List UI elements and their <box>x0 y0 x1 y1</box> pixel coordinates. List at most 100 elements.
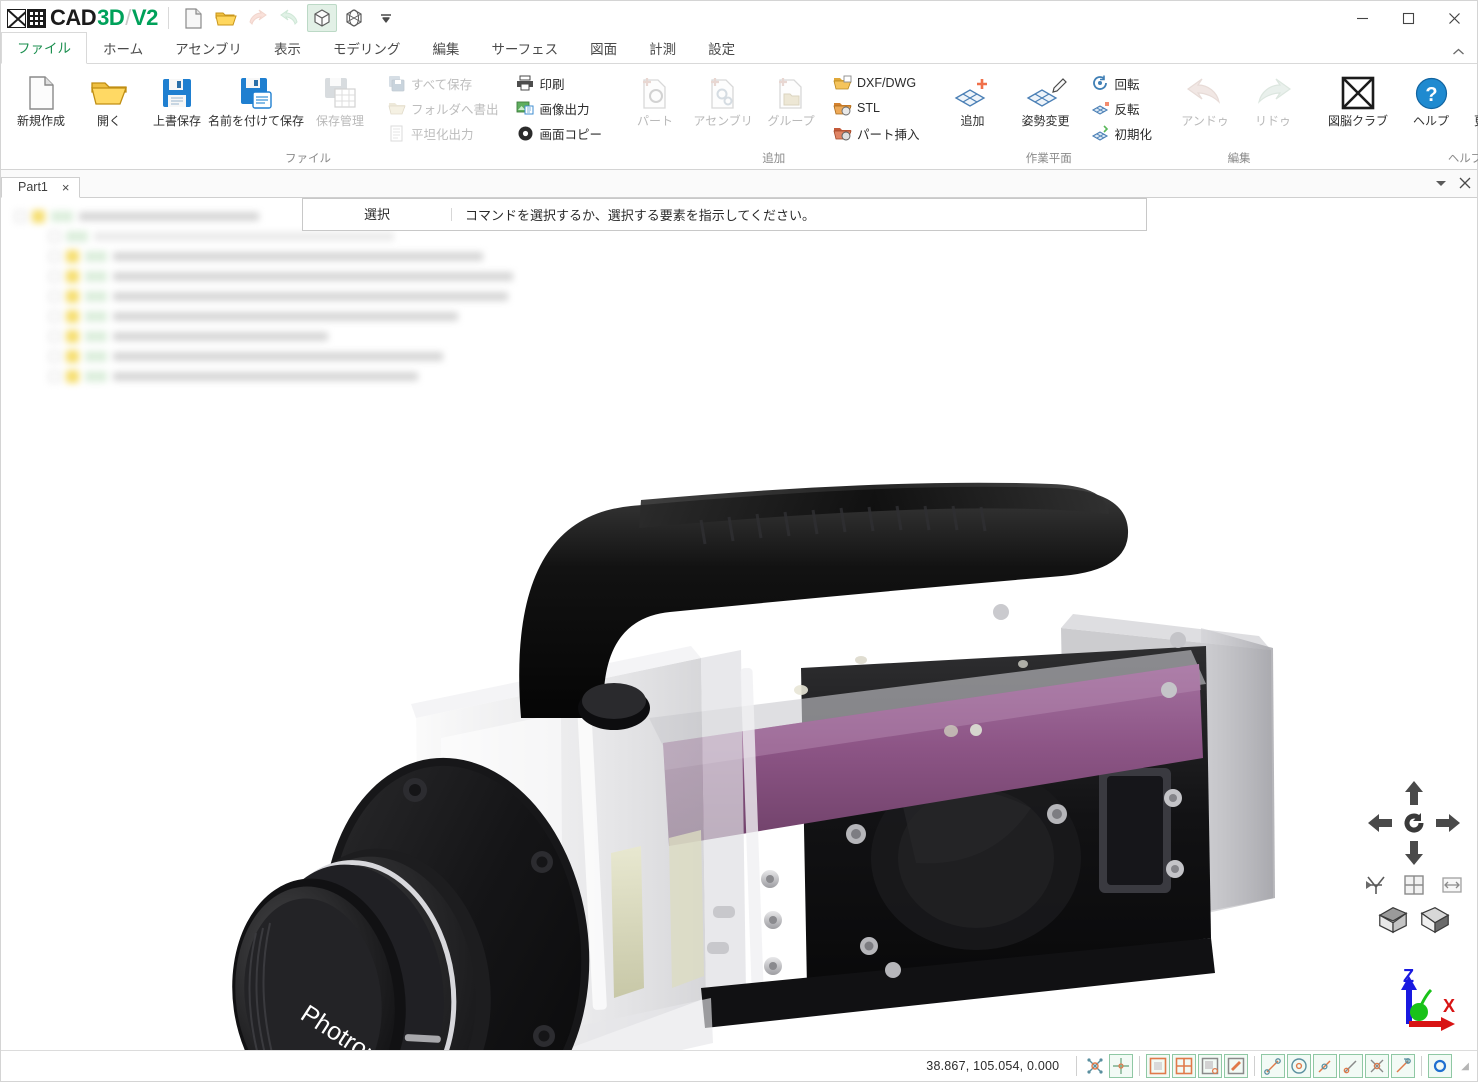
ribbon-button-help[interactable]: ? ヘルプ <box>1397 69 1465 130</box>
qat-solid-view-button[interactable] <box>307 4 337 32</box>
status-bar: 38.867, 105.054, 0.000 <box>1 1050 1477 1081</box>
dxf-dwg-icon <box>833 74 852 93</box>
ribbon-button-add-group[interactable]: グループ <box>757 69 825 130</box>
rotate-view-icon[interactable] <box>1397 808 1431 838</box>
ribbon-group-workplane-title: 作業平面 <box>939 150 1160 169</box>
pan-down-arrow-icon[interactable] <box>1397 838 1431 868</box>
ribbon-button-reset[interactable]: 初期化 <box>1087 121 1160 145</box>
snap-nearest-button[interactable] <box>1339 1054 1363 1078</box>
snap-midpoint-button[interactable] <box>1313 1054 1337 1078</box>
ribbon-button-zunou-club[interactable]: 図脳クラブ <box>1319 69 1397 130</box>
ribbon-button-stl[interactable]: STL <box>829 96 927 120</box>
tab-assembly[interactable]: アセンブリ <box>159 33 258 64</box>
ribbon-group-help-title: ヘルプ <box>1319 150 1478 169</box>
ribbon-button-save-as[interactable]: 名前を付けて保存 <box>211 69 301 130</box>
viewport-3d[interactable]: Photron <box>1 198 1477 1050</box>
ribbon-group-help: 図脳クラブ ? ヘルプ 更新の確認 ? <box>1315 64 1478 169</box>
ribbon-group-file-title: ファイル <box>7 150 609 169</box>
grid-view-icon[interactable] <box>1397 870 1431 900</box>
qat-new-file-button[interactable] <box>179 4 209 32</box>
minimize-button[interactable] <box>1339 1 1385 35</box>
ribbon-button-plane-add[interactable]: 追加 <box>939 69 1007 130</box>
ribbon-button-undo[interactable]: アンドゥ <box>1171 69 1239 130</box>
ribbon-button-flip[interactable]: 反転 <box>1087 96 1160 120</box>
tab-file[interactable]: ファイル <box>1 32 87 64</box>
snap-crosshair-button[interactable] <box>1109 1054 1133 1078</box>
logo-text-3d: 3D <box>97 5 124 31</box>
snap-perpendicular-button[interactable] <box>1391 1054 1415 1078</box>
ribbon-button-print[interactable]: 印刷 <box>512 71 610 95</box>
ribbon-button-update-check[interactable]: 更新の確認 <box>1465 69 1478 130</box>
ribbon-button-dxf-dwg[interactable]: DXF/DWG <box>829 71 927 95</box>
maximize-button[interactable] <box>1385 1 1431 35</box>
ribbon-collapse-icon[interactable] <box>1452 47 1465 59</box>
rear-view-icon[interactable] <box>1418 904 1452 934</box>
ribbon-button-redo[interactable]: リドゥ <box>1239 69 1307 130</box>
ribbon-button-save-manage[interactable]: 保存管理 <box>301 69 379 130</box>
document-tab-label: Part1 <box>18 180 48 194</box>
snap-corner-button[interactable] <box>1198 1054 1222 1078</box>
qat-wireframe-view-button[interactable] <box>339 4 369 32</box>
ribbon-small-column-save: すべて保存 フォルダへ書出 平坦化出力 <box>383 69 506 145</box>
resize-grip-icon[interactable]: ◢ <box>1461 1061 1469 1072</box>
qat-redo-button[interactable] <box>275 4 305 32</box>
plane-add-icon <box>952 73 994 113</box>
ribbon-button-screen-copy[interactable]: 画面コピー <box>512 121 610 145</box>
snap-endpoint-button[interactable] <box>1261 1054 1285 1078</box>
zunou-club-icon <box>1341 73 1375 113</box>
tab-list-dropdown-icon[interactable] <box>1435 179 1447 191</box>
document-tab-close-icon[interactable]: × <box>62 181 70 194</box>
pan-up-arrow-icon[interactable] <box>1397 778 1431 808</box>
tab-edit[interactable]: 編集 <box>416 33 475 64</box>
navigation-gizmo <box>1359 778 1469 934</box>
tab-settings[interactable]: 設定 <box>692 33 751 64</box>
ribbon-button-image-export[interactable]: 画像出力 <box>512 96 610 120</box>
tab-home[interactable]: ホーム <box>87 33 159 64</box>
qat-more-dropdown-button[interactable] <box>371 4 401 32</box>
ribbon-button-add-part[interactable]: パート <box>621 69 689 130</box>
ribbon-button-insert-part[interactable]: パート挿入 <box>829 121 927 145</box>
save-manage-icon <box>323 73 357 113</box>
fit-view-icon[interactable] <box>1359 870 1393 900</box>
ribbon-button-save-all[interactable]: すべて保存 <box>383 71 506 95</box>
snap-node-button[interactable] <box>1083 1054 1107 1078</box>
ribbon-button-export-folder-label: フォルダへ書出 <box>411 99 499 118</box>
snap-face-button[interactable] <box>1146 1054 1170 1078</box>
isometric-view-icon[interactable] <box>1376 904 1410 934</box>
tab-surface[interactable]: サーフェス <box>475 33 574 64</box>
snap-center-button[interactable] <box>1287 1054 1311 1078</box>
document-tab-part1[interactable]: Part1 × <box>1 177 80 198</box>
ribbon-button-add-assembly[interactable]: アセンブリ <box>689 69 757 130</box>
ribbon-button-add-group-label: グループ <box>767 115 814 129</box>
ribbon-button-flatten-export[interactable]: 平坦化出力 <box>383 121 506 145</box>
ribbon-button-rotate[interactable]: 回転 <box>1087 71 1160 95</box>
snap-grid-button[interactable] <box>1172 1054 1196 1078</box>
ribbon-small-column-import: DXF/DWG STL パート挿入 <box>829 69 927 145</box>
qat-undo-button[interactable] <box>243 4 273 32</box>
application-window: CAD3D/V2 <box>0 0 1478 1082</box>
snap-surface-button[interactable] <box>1224 1054 1248 1078</box>
ribbon-button-dxf-dwg-label: DXF/DWG <box>857 76 916 90</box>
ribbon-button-save[interactable]: 上書保存 <box>143 69 211 130</box>
tab-drawing[interactable]: 図面 <box>574 33 633 64</box>
pan-left-arrow-icon[interactable] <box>1363 808 1397 838</box>
ribbon-button-export-folder[interactable]: フォルダへ書出 <box>383 96 506 120</box>
ribbon-button-new[interactable]: 新規作成 <box>7 69 75 130</box>
snap-intersection-button[interactable] <box>1365 1054 1389 1078</box>
snap-circle-button[interactable] <box>1428 1054 1452 1078</box>
ribbon-button-plane-orient[interactable]: 姿勢変更 <box>1007 69 1085 130</box>
rotate-icon <box>1091 74 1110 93</box>
ribbon-button-help-label: ヘルプ <box>1413 115 1449 129</box>
tab-close-all-icon[interactable] <box>1459 177 1471 192</box>
tab-modeling[interactable]: モデリング <box>317 33 417 64</box>
ribbon-button-open[interactable]: 開く <box>75 69 143 130</box>
close-button[interactable] <box>1431 1 1477 35</box>
svg-text:?: ? <box>1425 84 1437 106</box>
command-prompt-bar[interactable]: 選択 コマンドを選択するか、選択する要素を指示してください。 <box>302 198 1147 231</box>
pan-right-arrow-icon[interactable] <box>1431 808 1465 838</box>
tab-measure[interactable]: 計測 <box>633 33 692 64</box>
ribbon-button-plane-orient-label: 姿勢変更 <box>1022 115 1070 129</box>
zoom-window-icon[interactable] <box>1435 870 1469 900</box>
tab-view[interactable]: 表示 <box>258 33 317 64</box>
qat-open-folder-button[interactable] <box>211 4 241 32</box>
